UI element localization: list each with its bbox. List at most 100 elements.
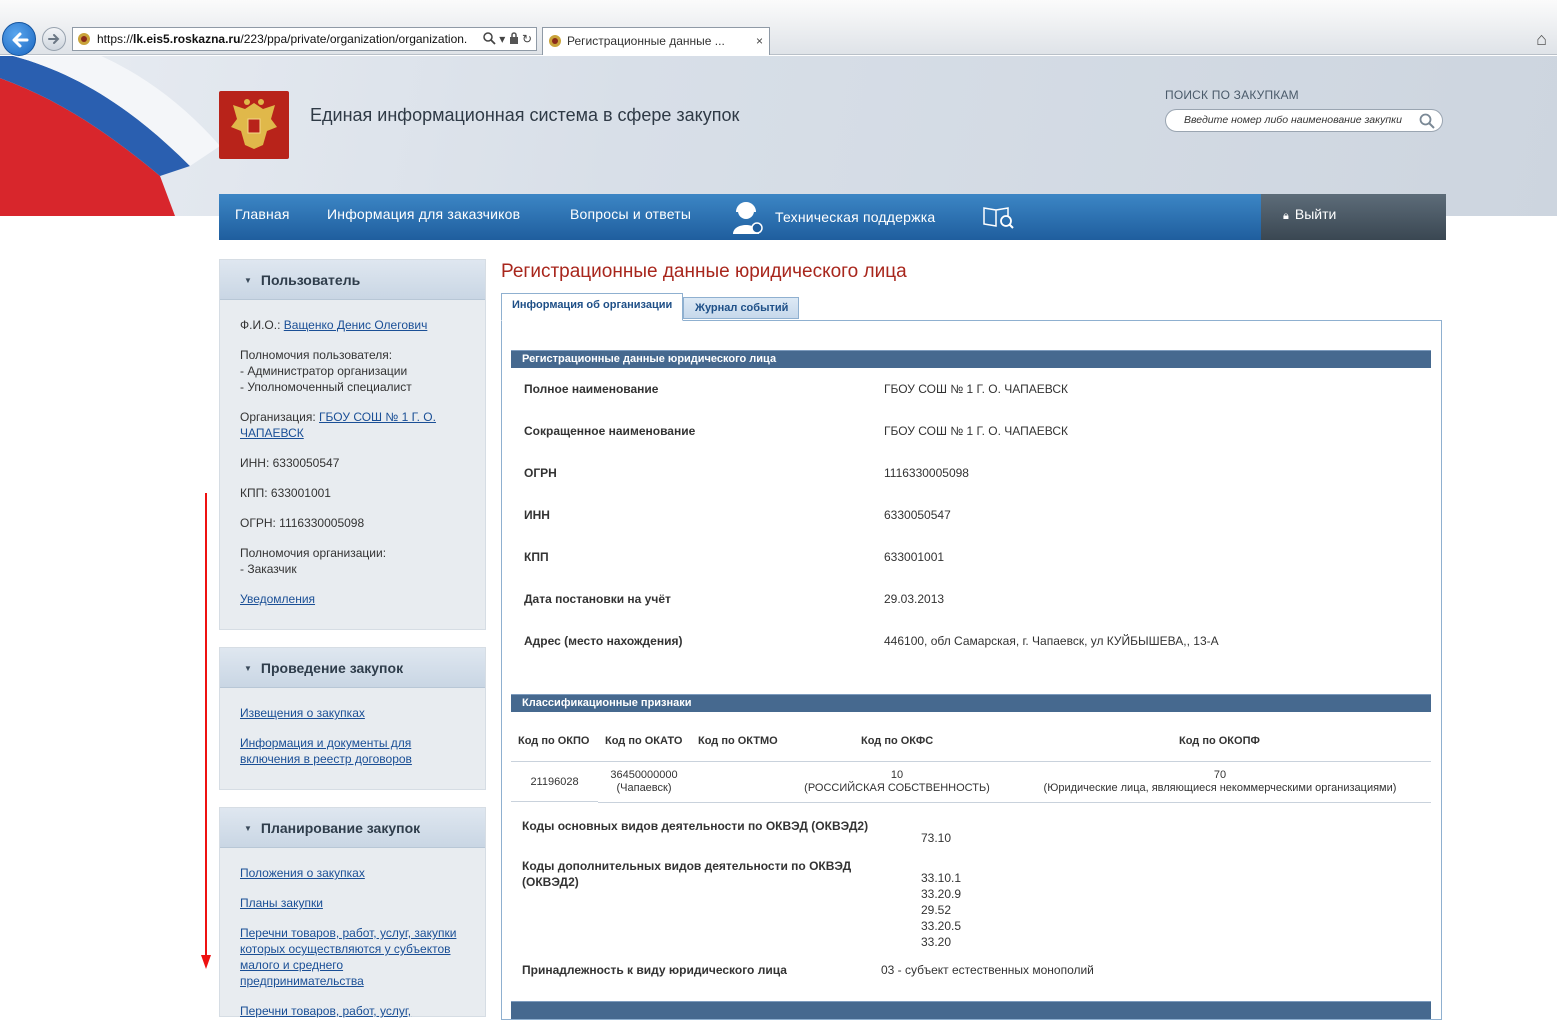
- chevron-down-icon: ▼: [244, 276, 252, 285]
- contract-registry-link[interactable]: Информация и документы для: [240, 736, 411, 750]
- plans-link[interactable]: Планы закупки: [240, 896, 323, 910]
- okato-value: 36450000000 (Чапаевск): [598, 769, 690, 795]
- forward-button[interactable]: [42, 27, 66, 51]
- field-label: ОГРН: [524, 466, 557, 480]
- user-panel: ▼ Пользователь Ф.И.О.: Ващенко Денис Олег…: [219, 259, 486, 630]
- organization-link-cont[interactable]: ЧАПАЕВСК: [240, 426, 304, 440]
- okfs-value: 10 (РОССИЙСКАЯ СОБСТВЕННОСТЬ): [797, 769, 997, 795]
- sme-lists-link-cont[interactable]: малого и среднего предпринимательства: [240, 958, 364, 988]
- address-tools[interactable]: ▾ ↻: [478, 28, 532, 50]
- organization-link[interactable]: ГБОУ СОШ № 1 Г. О.: [319, 410, 436, 424]
- panel-title: Пользователь: [260, 272, 361, 288]
- field-label: Дата постановки на учёт: [524, 592, 671, 606]
- field-label: Полное наименование: [524, 382, 659, 396]
- okved-extra-label-line: (ОКВЭД2): [522, 875, 579, 889]
- nav-item-home[interactable]: Главная: [235, 194, 290, 240]
- column-header: Код по ОКАТО: [605, 735, 683, 747]
- site-title: Единая информационная система в сфере за…: [310, 105, 740, 125]
- home-icon[interactable]: ⌂: [1536, 29, 1547, 50]
- user-right-item: - Уполномоченный специалист: [240, 380, 412, 394]
- emblem-favicon-icon: [549, 35, 561, 47]
- okved-extra-value: 29.52: [921, 903, 952, 917]
- coat-of-arms-icon: [231, 99, 277, 149]
- column-header: Код по ОКФС: [861, 735, 934, 747]
- field-label: ИНН: [524, 508, 550, 522]
- site-logo[interactable]: [219, 91, 289, 159]
- chevron-down-icon: ▼: [244, 824, 252, 833]
- planning-panel: ▼ Планирование закупок Положения о закупк…: [219, 807, 486, 1018]
- field-value: 6330050547: [884, 508, 951, 522]
- procurement-panel-header[interactable]: ▼ Проведение закупок: [220, 648, 485, 688]
- user-panel-header[interactable]: ▼ Пользователь: [220, 260, 485, 300]
- okopf-name: (Юридические лица, являющиеся некоммерче…: [1043, 782, 1397, 794]
- reg-row: Сокращенное наименование ГБОУ СОШ № 1 Г. …: [524, 424, 1424, 444]
- refresh-icon[interactable]: ↻: [522, 32, 532, 46]
- lock-icon[interactable]: [509, 32, 519, 44]
- sme-lists-link[interactable]: Перечни товаров, работ, услуг, закупки: [240, 926, 456, 940]
- reg-row: КПП 633001001: [524, 550, 1424, 570]
- tab-organization-info[interactable]: Информация об организации: [501, 293, 683, 321]
- okpo-value: 21196028: [530, 776, 579, 788]
- okfs-name: (РОССИЙСКАЯ СОБСТВЕННОСТЬ): [804, 782, 990, 794]
- notices-link[interactable]: Извещения о закупках: [240, 706, 365, 720]
- field-value: ГБОУ СОШ № 1 Г. О. ЧАПАЕВСК: [884, 382, 1069, 396]
- site-header: Единая информационная система в сфере за…: [0, 56, 1557, 216]
- chevron-down-icon: ▼: [244, 664, 252, 673]
- page-title: Регистрационные данные юридического лица: [501, 261, 907, 282]
- org-right-item: - Заказчик: [240, 562, 297, 576]
- okato-name: (Чапаевск): [616, 782, 672, 794]
- close-tab-icon[interactable]: ×: [756, 28, 763, 54]
- book-search-icon[interactable]: [982, 204, 1014, 230]
- class-section-header: Классификационные признаки: [511, 694, 1431, 712]
- support-operator-icon[interactable]: [731, 200, 765, 236]
- sme-lists-link-cont[interactable]: которых осуществляются у субъектов: [240, 942, 451, 956]
- okved-extra-value: 33.20.9: [921, 887, 962, 901]
- column-header: Код по ОКПО: [518, 735, 590, 747]
- search-icon[interactable]: [483, 32, 496, 45]
- field-label: КПП: [524, 550, 549, 564]
- back-button[interactable]: [2, 22, 36, 56]
- search-icon[interactable]: [1419, 113, 1435, 129]
- nav-item-tech-support[interactable]: Техническая поддержка: [775, 197, 935, 243]
- field-label: Адрес (место нахождения): [524, 634, 683, 648]
- legal-type-value: 03 - субъект естественных монополий: [881, 963, 1094, 977]
- regulations-link[interactable]: Положения о закупках: [240, 866, 365, 880]
- nav-item-customer-info[interactable]: Информация для заказчиков: [327, 194, 520, 240]
- user-right-item: - Администратор организации: [240, 364, 408, 378]
- reg-section-header: Регистрационные данные юридического лица: [511, 350, 1431, 368]
- address-bar[interactable]: https://lk.eis5.roskazna.ru/223/ppa/priv…: [72, 27, 537, 51]
- okved-extra-value: 33.20: [921, 935, 952, 949]
- field-value: 29.03.2013: [884, 592, 945, 606]
- reg-row: ИНН 6330050547: [524, 508, 1424, 528]
- table-divider: [511, 761, 1431, 762]
- okved-main-value: 73.10: [921, 831, 952, 845]
- browser-chrome: https://lk.eis5.roskazna.ru/223/ppa/priv…: [0, 0, 1557, 56]
- okato-code: 36450000000: [610, 769, 678, 781]
- dropdown-icon[interactable]: ▾: [499, 32, 505, 46]
- org-label: Организация:: [240, 410, 320, 424]
- ogrn-text: ОГРН: 1116330005098: [240, 516, 365, 530]
- user-name-link[interactable]: Ващенко Денис Олегович: [284, 318, 428, 332]
- tab-event-log[interactable]: Журнал событий: [683, 297, 799, 319]
- table-divider: [511, 801, 598, 802]
- arrow-left-icon: [12, 32, 29, 48]
- reg-row: Полное наименование ГБОУ СОШ № 1 Г. О. ЧА…: [524, 382, 1424, 402]
- logout-label: Выйти: [1294, 206, 1337, 222]
- search-placeholder: Введите номер либо наименование закупки: [1184, 114, 1402, 126]
- okopf-value: 70 (Юридические лица, являющиеся некоммер…: [1020, 769, 1420, 795]
- logout-button[interactable]: 🔒︎ Выйти: [1261, 194, 1446, 240]
- notifications-link[interactable]: Уведомления: [240, 592, 315, 606]
- browser-tab[interactable]: Регистрационные данные ... ×: [542, 27, 770, 55]
- field-value: 1116330005098: [884, 466, 969, 480]
- okfs-code: 10: [890, 769, 904, 781]
- planning-panel-header[interactable]: ▼ Планирование закупок: [220, 808, 485, 848]
- reg-row: Дата постановки на учёт 29.03.2013: [524, 592, 1424, 612]
- main-nav: Главная Информация для заказчиков Вопрос…: [219, 194, 1446, 240]
- nav-item-faq[interactable]: Вопросы и ответы: [570, 194, 691, 240]
- contract-registry-link-cont[interactable]: включения в реестр договоров: [240, 752, 412, 766]
- reg-row: Адрес (место нахождения) 446100, обл Сама…: [524, 634, 1424, 654]
- procurement-search-input[interactable]: Введите номер либо наименование закупки: [1165, 109, 1443, 132]
- panel-title: Проведение закупок: [260, 660, 404, 676]
- goods-lists-link[interactable]: Перечни товаров, работ, услуг,: [240, 1004, 411, 1018]
- reg-row: ОГРН 1116330005098: [524, 466, 1424, 486]
